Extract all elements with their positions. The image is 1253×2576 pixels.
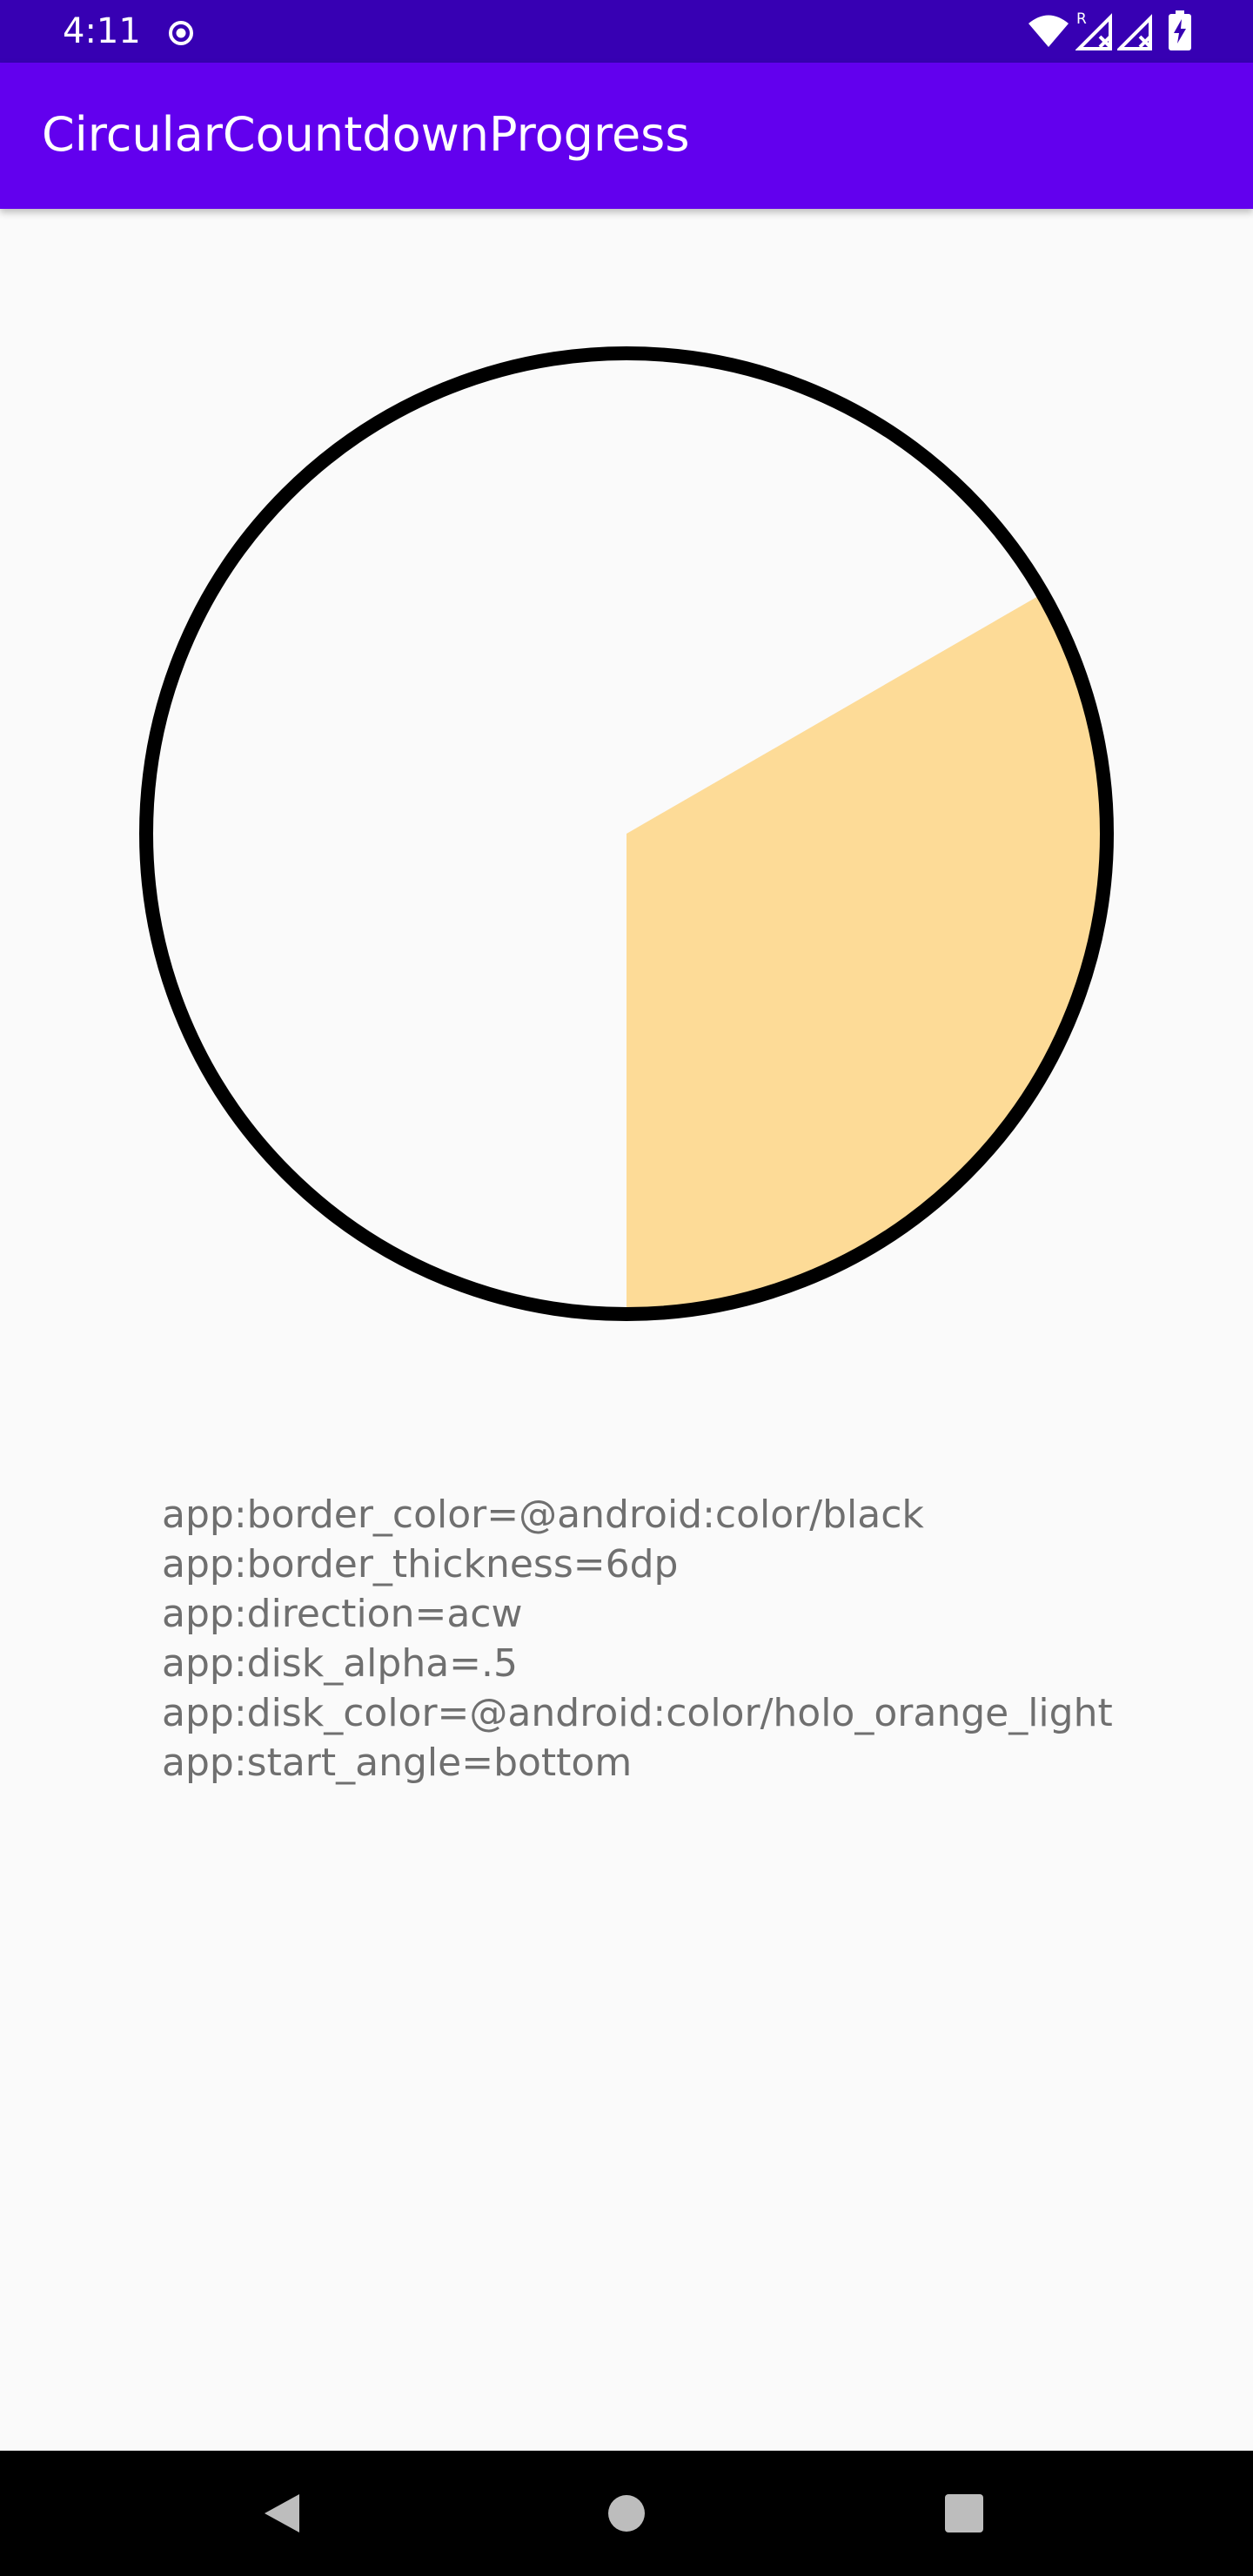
- app-screen: 4:11 R CircularCountdownProgress app:bor…: [0, 0, 1253, 2576]
- signal-icon: [1117, 14, 1152, 50]
- attribute-disk-alpha: app:disk_alpha=.5: [162, 1641, 519, 1686]
- attribute-disk-color: app:disk_color=@android:color/holo_orang…: [162, 1691, 1113, 1735]
- status-bar: 4:11 R: [0, 0, 1253, 63]
- attribute-border-thickness: app:border_thickness=6dp: [162, 1542, 679, 1587]
- back-icon[interactable]: [261, 2491, 305, 2536]
- navigation-bar: [0, 2451, 1253, 2576]
- app-bar: CircularCountdownProgress: [0, 63, 1253, 209]
- home-icon[interactable]: [607, 2494, 646, 2532]
- circular-countdown-progress: [139, 346, 1114, 1321]
- attribute-direction: app:direction=acw: [162, 1592, 523, 1636]
- attribute-border-color: app:border_color=@android:color/black: [162, 1493, 924, 1537]
- attribute-start-angle: app:start_angle=bottom: [162, 1741, 633, 1785]
- battery-charging-icon: [1169, 10, 1191, 50]
- roaming-letter: R: [1076, 10, 1087, 28]
- roaming-signal-icon: R: [1075, 10, 1112, 50]
- app-title: CircularCountdownProgress: [42, 107, 690, 162]
- attribute-list: app:border_color=@android:color/black ap…: [162, 1490, 1113, 1788]
- status-time: 4:11: [63, 11, 141, 51]
- wifi-icon: [1029, 15, 1069, 47]
- recents-icon[interactable]: [945, 2494, 983, 2532]
- radio-dot-icon: [169, 21, 193, 45]
